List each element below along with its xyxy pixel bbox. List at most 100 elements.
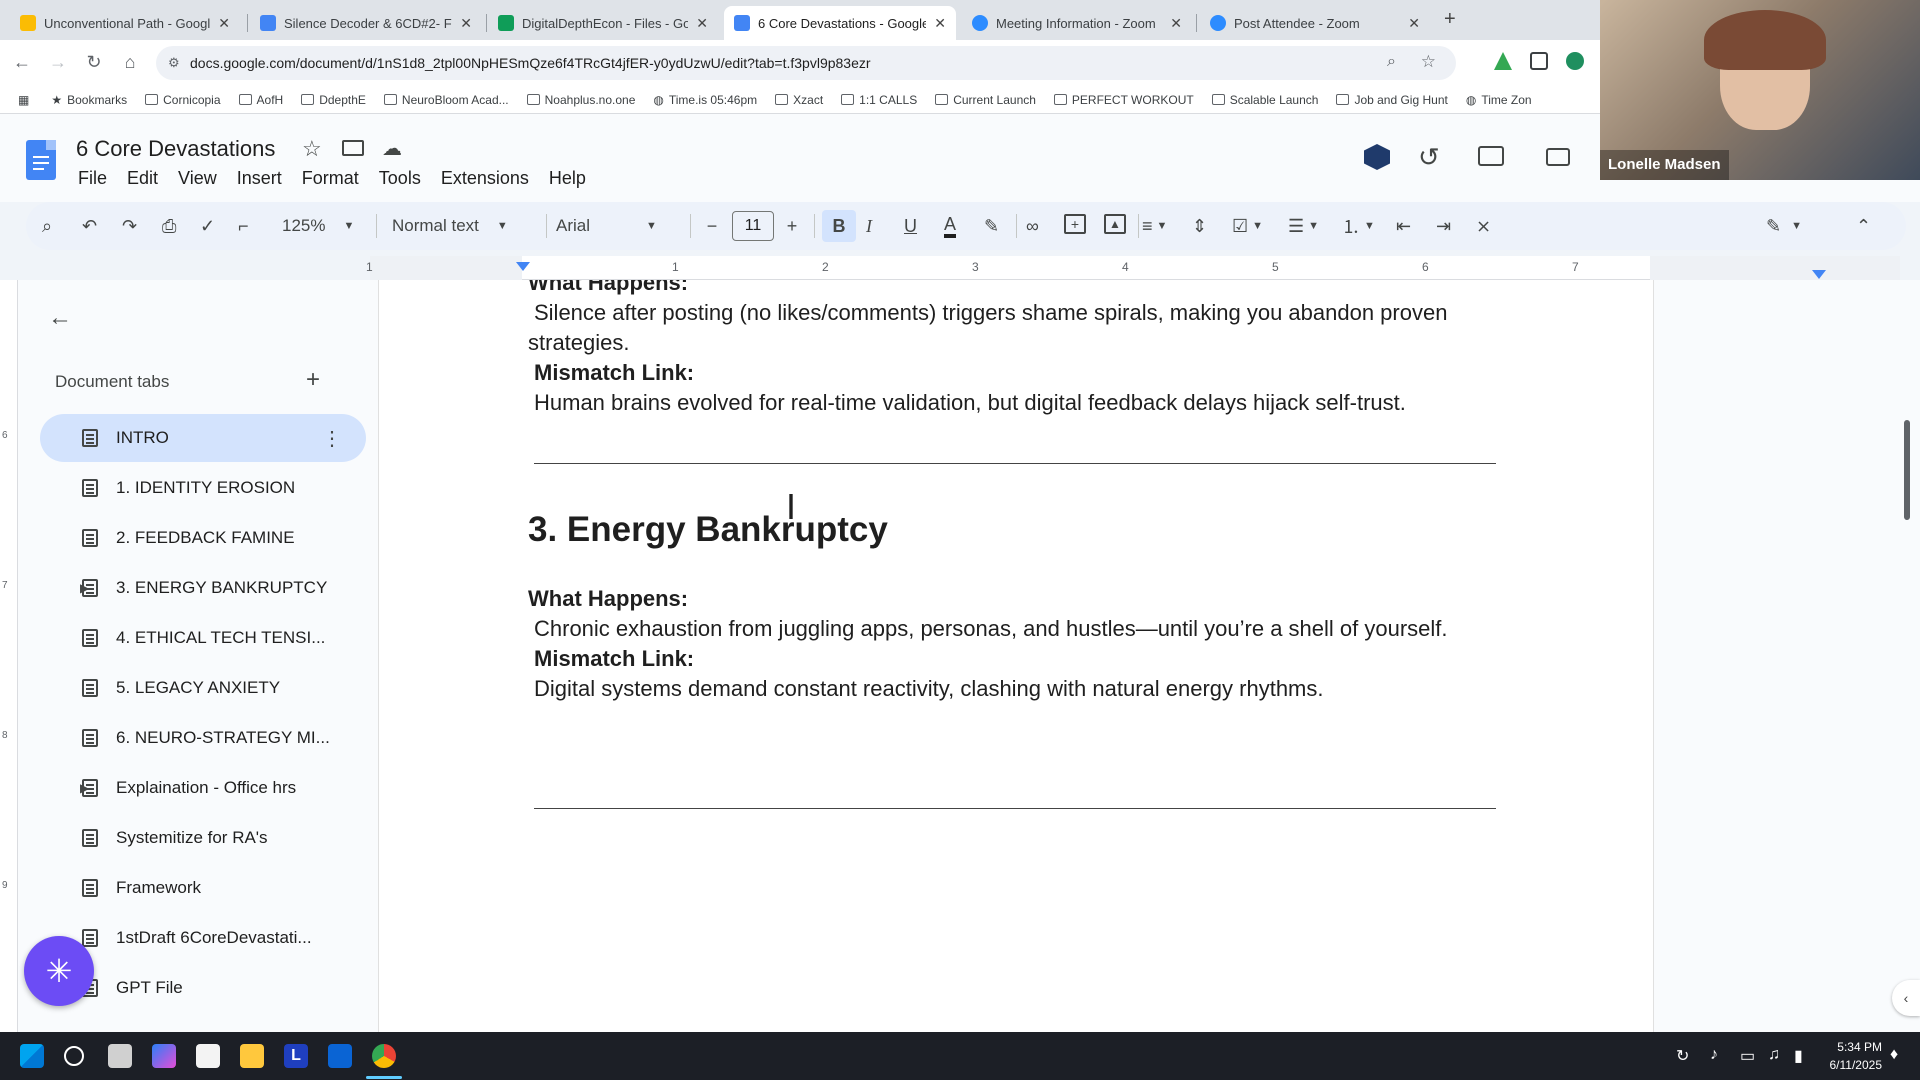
clock-date[interactable]: 6/11/2025 [1818,1058,1883,1072]
menu-insert[interactable]: Insert [237,168,282,189]
bookmark-folder[interactable]: Cornicopia [145,93,221,107]
menu-file[interactable]: File [78,168,107,189]
apps-grid-icon[interactable]: ▦ [18,93,29,107]
indent-marker-icon[interactable] [516,262,530,271]
reload-icon[interactable]: ↻ [82,50,106,74]
drive-extension-icon[interactable] [1494,52,1512,70]
more-options-icon[interactable]: ⋮ [322,426,342,451]
collapse-toolbar-icon[interactable]: ⌃ [1856,214,1871,238]
browser-tab[interactable]: DigitalDepthEcon - Files - Goo ✕ [488,6,718,40]
align-icon[interactable]: ≡ ▼ [1142,214,1167,238]
checklist-icon[interactable]: ☑ ▼ [1232,214,1263,238]
bookmark-star-icon[interactable]: ☆ [1421,52,1436,72]
site-info-icon[interactable]: ⚙ [168,55,180,71]
search-icon[interactable] [64,1046,84,1066]
extension-icon[interactable] [1566,52,1584,70]
decrease-font-size-icon[interactable]: − [700,214,724,238]
sidebar-item-energy-bankruptcy[interactable]: ▶ 3. ENERGY BANKRUPTCY [40,564,366,612]
cloud-saved-icon[interactable]: ☁ [382,136,402,161]
browser-tab[interactable]: Unconventional Path - Google ✕ [10,6,240,40]
increase-font-size-icon[interactable]: + [780,214,804,238]
side-panel-toggle-icon[interactable]: ‹ [1892,980,1920,1016]
bookmark-folder[interactable]: Scalable Launch [1211,93,1318,107]
bookmark-folder[interactable]: PERFECT WORKOUT [1053,93,1194,107]
bookmark-item[interactable]: ◍ Time Zon [1466,93,1532,107]
battery-icon[interactable]: ▮ [1794,1046,1803,1066]
store-icon[interactable] [196,1044,220,1068]
menu-format[interactable]: Format [302,168,359,189]
horizontal-ruler[interactable]: 1 1 2 3 4 5 6 7 [366,256,1900,280]
sidebar-item-identity-erosion[interactable]: 1. IDENTITY EROSION [40,464,366,512]
sidebar-item-intro[interactable]: INTRO ⋮ [40,414,366,462]
bookmark-folder[interactable]: Current Launch [935,93,1036,107]
close-icon[interactable]: ✕ [1408,15,1420,32]
browser-tab[interactable]: Meeting Information - Zoom ✕ [962,6,1192,40]
forward-icon[interactable]: → [46,50,70,74]
meet-camera-icon[interactable] [1546,148,1570,166]
text-color-button[interactable]: A [944,214,957,238]
gemini-extension-icon[interactable] [1364,144,1390,170]
sync-icon[interactable]: ↻ [1676,1046,1689,1066]
notification-bell-icon[interactable]: ♦ [1890,1046,1898,1064]
bookmark-folder[interactable]: Xzact [775,93,823,107]
address-bar[interactable]: ⚙ docs.google.com/document/d/1nS1d8_2tpl… [156,46,1456,80]
paint-format-icon[interactable]: ⌐ [238,214,249,238]
zoom-select[interactable]: 125% ▼ [282,214,354,238]
back-arrow-icon[interactable]: ← [48,304,72,332]
extension-icon[interactable] [1530,52,1548,70]
zoom-lens-icon[interactable]: ⌕ [1387,53,1396,71]
editing-mode-icon[interactable]: ✎ ▼ [1766,214,1802,238]
menu-tools[interactable]: Tools [379,168,421,189]
vertical-scrollbar[interactable] [1904,420,1910,520]
print-icon[interactable]: ⎙ [162,214,176,238]
bookmark-folder[interactable]: Noahplus.no.one [526,93,635,107]
increase-indent-icon[interactable]: ⇥ [1436,214,1451,238]
insert-link-icon[interactable]: ∞ [1026,214,1039,238]
sidebar-item-legacy-anxiety[interactable]: 5. LEGACY ANXIETY [40,664,366,712]
windows-start-icon[interactable] [20,1044,44,1068]
bulleted-list-icon[interactable]: ☰ ▼ [1288,214,1319,238]
sidebar-item-systemitize[interactable]: Systemitize for RA's [40,814,366,862]
close-icon[interactable]: ✕ [696,15,708,32]
star-icon[interactable]: ☆ [302,136,322,162]
italic-button[interactable]: I [866,214,872,238]
menu-edit[interactable]: Edit [127,168,158,189]
volume-icon[interactable]: ♫ [1768,1046,1780,1064]
task-view-icon[interactable] [108,1044,132,1068]
close-icon[interactable]: ✕ [460,15,472,32]
menu-view[interactable]: View [178,168,217,189]
browser-tab[interactable]: Silence Decoder & 6CD#2- Fe ✕ [250,6,482,40]
add-tab-button[interactable]: + [306,366,320,394]
comments-icon[interactable] [1478,146,1504,166]
home-icon[interactable]: ⌂ [118,50,142,74]
highlight-color-icon[interactable]: ✎ [984,214,999,238]
sidebar-item-neuro-strategy[interactable]: 6. NEURO-STRATEGY MI... [40,714,366,762]
assistant-fab-button[interactable]: ✳ [24,936,94,1006]
paragraph-style-select[interactable]: Normal text ▼ [392,214,508,238]
file-explorer-icon[interactable] [240,1044,264,1068]
sidebar-item-feedback-famine[interactable]: 2. FEEDBACK FAMINE [40,514,366,562]
font-size-input[interactable]: 11 [732,211,774,241]
add-comment-icon[interactable]: + [1064,214,1086,234]
bookmark-item[interactable]: ★ Bookmarks [51,93,127,107]
line-spacing-icon[interactable]: ⇕ [1192,214,1207,238]
browser-tab-active[interactable]: 6 Core Devastations - Google D ✕ [724,6,956,40]
display-icon[interactable]: ▭ [1740,1046,1755,1066]
mail-icon[interactable] [328,1044,352,1068]
menu-extensions[interactable]: Extensions [441,168,529,189]
bold-button[interactable]: B [822,210,856,242]
decrease-indent-icon[interactable]: ⇤ [1396,214,1411,238]
back-icon[interactable]: ← [10,50,34,74]
app-l-icon[interactable]: L [284,1044,308,1068]
sidebar-item-ethical-tech[interactable]: 4. ETHICAL TECH TENSI... [40,614,366,662]
bookmark-folder[interactable]: AofH [238,93,283,107]
menu-help[interactable]: Help [549,168,586,189]
search-menus-icon[interactable]: ⌕ [42,214,52,238]
undo-icon[interactable]: ↶ [82,214,97,238]
bookmark-item[interactable]: ◍ Time.is 05:46pm [653,93,757,107]
bookmark-folder[interactable]: NeuroBloom Acad... [383,93,509,107]
bookmark-folder[interactable]: Job and Gig Hunt [1336,93,1448,107]
copilot-icon[interactable] [152,1044,176,1068]
docs-logo-icon[interactable] [26,140,56,180]
version-history-icon[interactable]: ↺ [1418,142,1440,173]
